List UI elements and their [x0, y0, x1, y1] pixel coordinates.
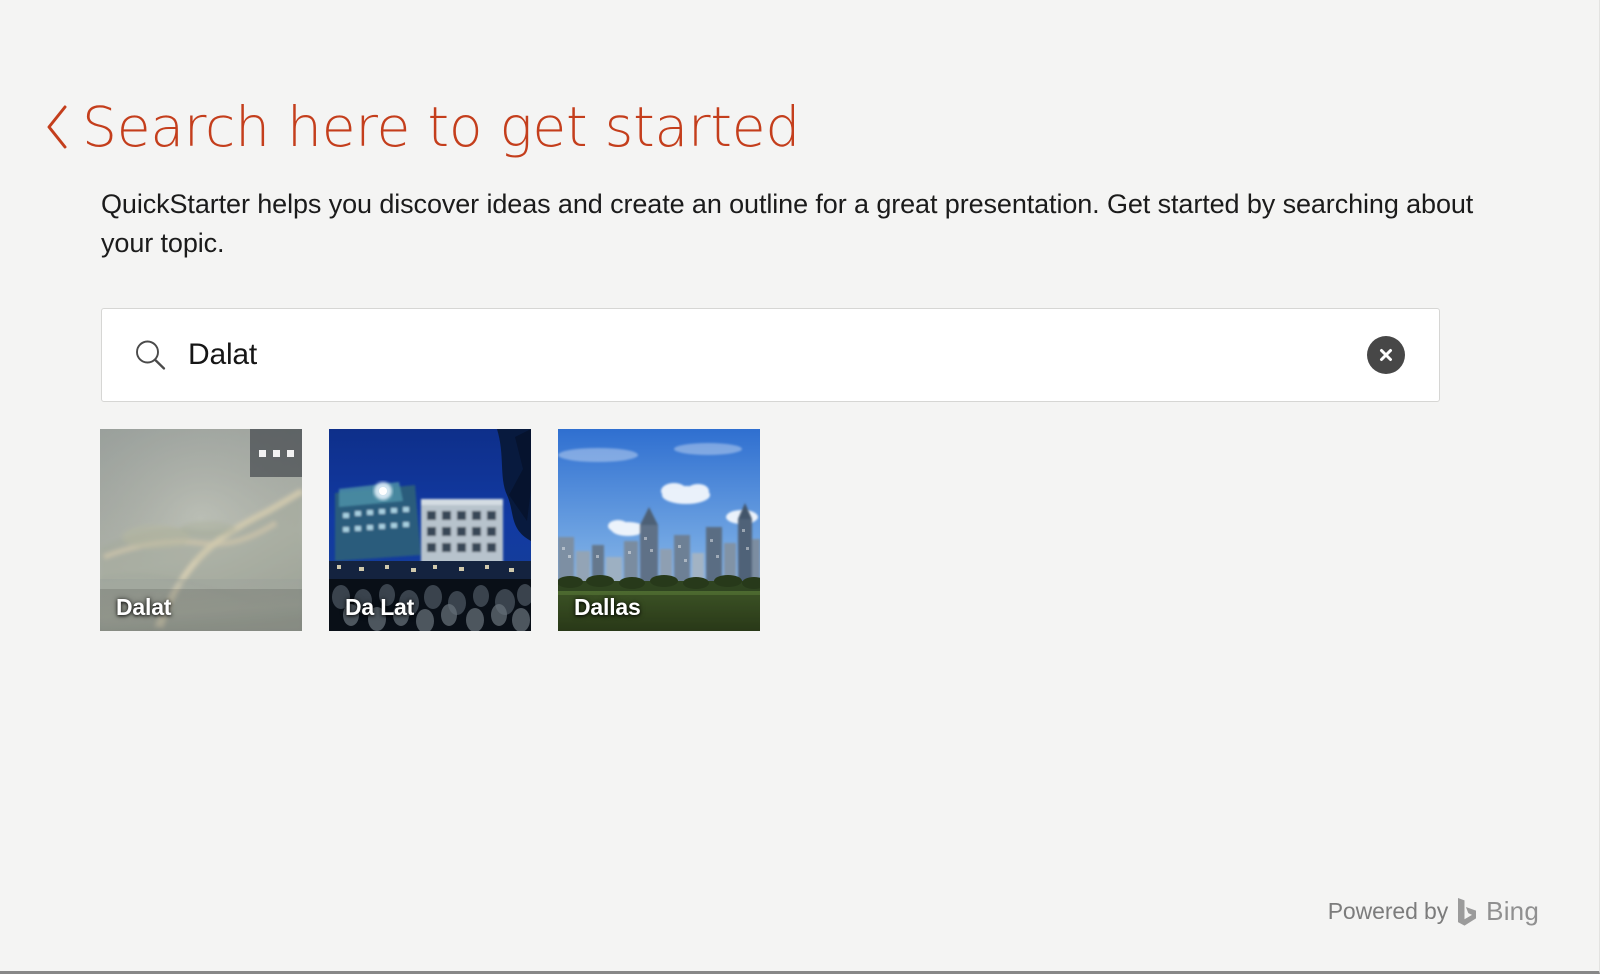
quickstarter-pane: Search here to get started QuickStarter … [0, 0, 1600, 974]
suggestion-card[interactable]: Dalat [100, 429, 302, 631]
powered-by-label: Powered by [1328, 898, 1448, 925]
clear-search-button[interactable] [1367, 336, 1405, 374]
overflow-dot-icon [273, 450, 280, 457]
page-title: Search here to get started [82, 100, 800, 155]
overflow-dot-icon [287, 450, 294, 457]
search-input[interactable] [188, 333, 1367, 377]
card-overflow-button[interactable] [250, 429, 302, 477]
bing-attribution: Powered by Bing [1328, 896, 1539, 927]
card-thumbnail [329, 429, 531, 631]
card-thumbnail [558, 429, 760, 631]
search-icon [132, 337, 168, 373]
search-box[interactable] [101, 308, 1440, 402]
header: Search here to get started [42, 90, 800, 164]
suggestion-cards: Dalat [100, 429, 760, 631]
chevron-left-icon [44, 104, 70, 150]
back-button[interactable] [42, 98, 72, 156]
description-text: QuickStarter helps you discover ideas an… [101, 185, 1476, 263]
overflow-dot-icon [259, 450, 266, 457]
bing-wordmark: Bing [1486, 896, 1539, 927]
close-icon [1376, 345, 1396, 365]
suggestion-card[interactable]: Dallas [558, 429, 760, 631]
suggestion-card[interactable]: Da Lat [329, 429, 531, 631]
bing-logo-icon [1456, 897, 1478, 927]
